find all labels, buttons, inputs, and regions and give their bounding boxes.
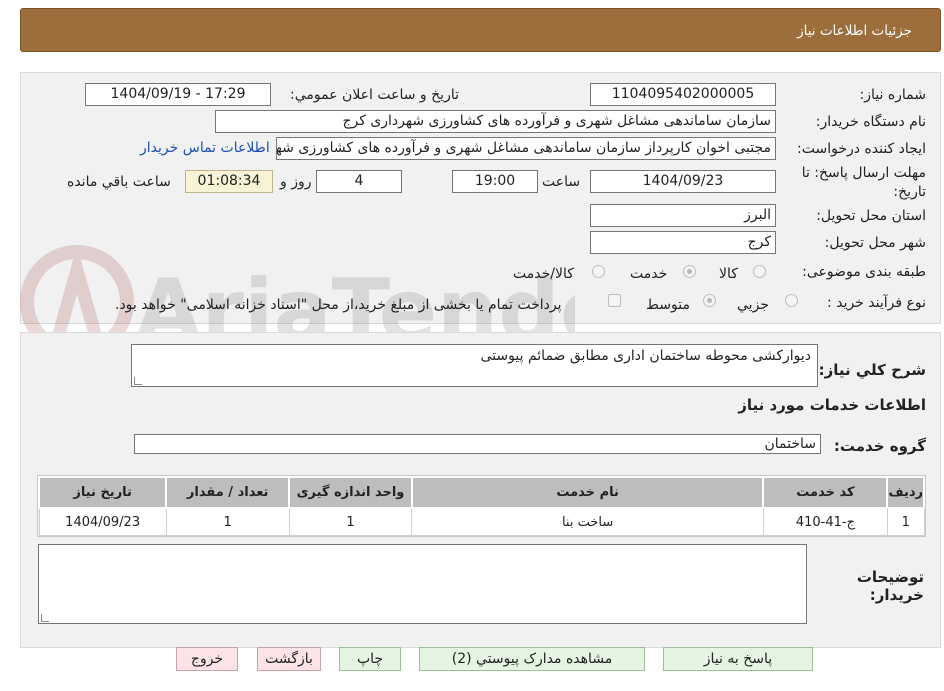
col-code-header: کد خدمت — [762, 476, 889, 509]
col-date-header: تاریخ نیاز — [37, 476, 168, 509]
category-goods-label: کالا — [719, 266, 738, 282]
cell-service-name: ساخت بنا — [411, 507, 764, 536]
announce-field: 1404/09/19 - 17:29 — [85, 83, 271, 106]
services-section-title: اطلاعات خدمات مورد نیاز — [738, 396, 926, 414]
announce-label: تاریخ و ساعت اعلان عمومي: — [290, 87, 459, 103]
city-field: کرج — [590, 231, 776, 254]
buyer-notes-label: توضیحات خریدار: — [856, 568, 924, 604]
cell-service-code: ج-41-410 — [762, 507, 888, 536]
summary-text: دیوارکشی محوطه ساختمان اداری مطابق ضمائم… — [480, 348, 811, 364]
need-number-label: شماره نیاز: — [859, 87, 927, 103]
exit-button[interactable]: خروج — [176, 647, 238, 671]
remaining-label: ساعت باقي مانده — [67, 174, 171, 190]
province-field: البرز — [590, 204, 776, 227]
province-label: استان محل تحویل: — [816, 208, 926, 224]
category-goods-radio[interactable] — [753, 265, 766, 278]
process-small-radio[interactable] — [785, 294, 798, 307]
view-documents-button[interactable]: مشاهده مدارک پیوستي (2) — [419, 647, 645, 671]
process-label: نوع فرآیند خرید : — [827, 295, 926, 311]
services-table: ردیف کد خدمت نام خدمت واحد اندازه گیری ت… — [37, 475, 926, 537]
resize-handle-icon[interactable] — [41, 614, 49, 622]
cell-need-date: 1404/09/23 — [38, 507, 167, 536]
need-number-field: 1104095402000005 — [590, 83, 776, 106]
cell-row-number: 1 — [886, 507, 925, 536]
buyer-contact-link[interactable]: اطلاعات تماس خریدار — [140, 140, 270, 156]
print-button[interactable]: چاپ — [339, 647, 401, 671]
reply-button[interactable]: پاسخ به نیاز — [663, 647, 813, 671]
buyer-field: سازمان ساماندهی مشاغل شهری و فرآورده های… — [215, 110, 776, 133]
deadline-label-1: مهلت ارسال پاسخ: تا — [801, 165, 926, 181]
col-name-header: نام خدمت — [410, 476, 765, 509]
page-title: جزئیات اطلاعات نیاز — [797, 23, 912, 39]
category-service-label: خدمت — [630, 266, 668, 282]
days-field: 4 — [316, 170, 402, 193]
col-unit-header: واحد اندازه گیری — [288, 476, 413, 509]
buyer-notes-textarea[interactable] — [38, 544, 807, 624]
remaining-timer: 01:08:34 — [185, 170, 273, 193]
col-row-header: ردیف — [886, 476, 925, 509]
category-goods-service-radio[interactable] — [592, 265, 605, 278]
category-goods-service-label: کالا/خدمت — [513, 266, 574, 282]
category-label: طبقه بندی موضوعی: — [802, 264, 926, 280]
service-group-field: ساختمان — [134, 434, 821, 454]
resize-handle-icon[interactable] — [134, 377, 142, 385]
process-small-label: جزيي — [737, 297, 769, 313]
back-button[interactable]: بازگشت — [257, 647, 321, 671]
deadline-time-field: 19:00 — [452, 170, 538, 193]
cell-unit: 1 — [288, 507, 413, 536]
days-label: روز و — [280, 174, 312, 190]
summary-label: شرح کلي نیاز: — [818, 361, 926, 379]
city-label: شهر محل تحویل: — [824, 235, 926, 251]
category-service-radio[interactable] — [683, 265, 696, 278]
buyer-label: نام دستگاه خریدار: — [815, 114, 926, 130]
table-header-row: ردیف کد خدمت نام خدمت واحد اندازه گیری ت… — [37, 476, 925, 509]
deadline-date-field: 1404/09/23 — [590, 170, 776, 193]
page-header: جزئیات اطلاعات نیاز — [20, 8, 941, 52]
process-medium-label: متوسط — [646, 297, 690, 313]
creator-label: ایجاد کننده درخواست: — [797, 141, 926, 157]
summary-textarea: دیوارکشی محوطه ساختمان اداری مطابق ضمائم… — [131, 344, 818, 387]
col-qty-header: تعداد / مقدار — [165, 476, 291, 509]
deadline-time-label: ساعت — [542, 174, 581, 190]
process-medium-radio[interactable] — [703, 294, 716, 307]
deadline-label-2: تاریخ: — [893, 184, 926, 200]
treasury-payment-checkbox[interactable] — [608, 294, 621, 307]
treasury-payment-note: پرداخت تمام یا بخشی از مبلغ خرید،از محل … — [115, 297, 562, 313]
creator-field: مجتبی اخوان کارپرداز سازمان ساماندهی مشا… — [276, 137, 776, 160]
cell-quantity: 1 — [165, 507, 290, 536]
service-group-label: گروه خدمت: — [833, 437, 926, 455]
table-row: 1 ج-41-410 ساخت بنا 1 1 1404/09/23 — [38, 507, 925, 536]
